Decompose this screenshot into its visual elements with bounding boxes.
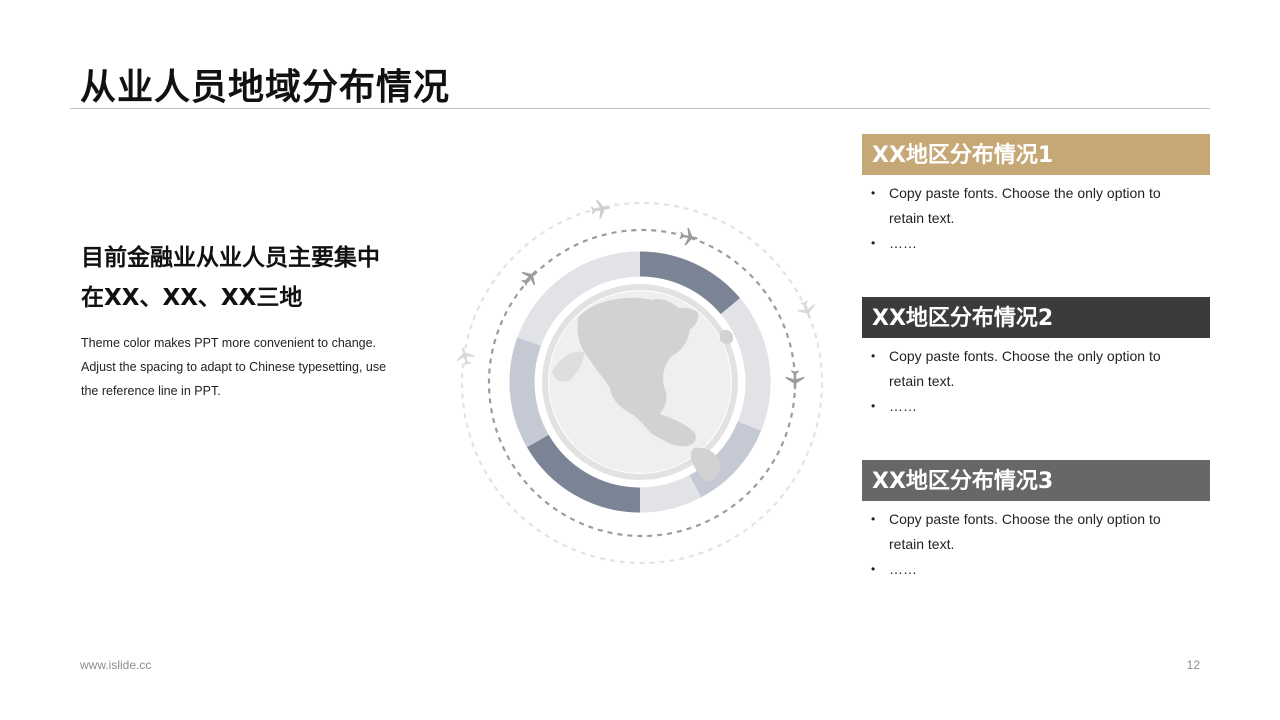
- slide: 从业人员地域分布情况 目前金融业从业人员主要集中 在XX、XX、XX三地 The…: [0, 0, 1280, 720]
- list-item: retain text.: [862, 369, 1210, 394]
- airplane-icon: [589, 198, 612, 220]
- subtitle-line-2: 在XX、XX、XX三地: [81, 285, 303, 311]
- list-item: retain text.: [862, 206, 1210, 231]
- airplane-icon: [455, 345, 476, 368]
- description-line-2: Adjust the spacing to adapt to Chinese t…: [81, 360, 387, 374]
- page-number: 12: [1186, 658, 1200, 672]
- bullet-text: retain text.: [889, 373, 955, 389]
- bullet-text: ……: [889, 398, 917, 414]
- ring-segment: [509, 337, 549, 448]
- panel-heading: XX地区分布情况3: [862, 460, 1210, 501]
- panel-heading: XX地区分布情况2: [862, 297, 1210, 338]
- description-line-1: Theme color makes PPT more convenient to…: [81, 336, 377, 350]
- section-subtitle: 目前金融业从业人员主要集中 在XX、XX、XX三地: [81, 238, 451, 318]
- bullet-icon: •: [871, 512, 876, 526]
- bullet-text: Copy paste fonts. Choose the only option…: [889, 348, 1161, 364]
- ring-segment: [639, 474, 702, 513]
- list-item: • ……: [862, 394, 1210, 419]
- region-panel-3: XX地区分布情况3 • Copy paste fonts. Choose the …: [862, 460, 1210, 582]
- bullet-text: ……: [889, 235, 917, 251]
- bullet-text: Copy paste fonts. Choose the only option…: [889, 185, 1161, 201]
- airplane-icon: [785, 370, 805, 390]
- list-item: • Copy paste fonts. Choose the only optio…: [862, 344, 1210, 369]
- list-item: • Copy paste fonts. Choose the only optio…: [862, 181, 1210, 206]
- bullet-icon: •: [871, 562, 876, 576]
- description-text: Theme color makes PPT more convenient to…: [81, 331, 441, 403]
- bullet-list: • Copy paste fonts. Choose the only optio…: [862, 344, 1210, 419]
- list-item: retain text.: [862, 532, 1210, 557]
- airplane-icon: [517, 264, 543, 290]
- airplane-icon: [795, 298, 819, 322]
- panel-heading: XX地区分布情况1: [862, 134, 1210, 175]
- bullet-icon: •: [871, 399, 876, 413]
- bullet-icon: •: [871, 349, 876, 363]
- footer-website: www.islide.cc: [80, 658, 152, 672]
- list-item: • Copy paste fonts. Choose the only optio…: [862, 507, 1210, 532]
- bullet-text: Copy paste fonts. Choose the only option…: [889, 511, 1161, 527]
- list-item: • ……: [862, 557, 1210, 582]
- subtitle-line-1: 目前金融业从业人员主要集中: [81, 245, 380, 271]
- bullet-list: • Copy paste fonts. Choose the only optio…: [862, 507, 1210, 582]
- bullet-icon: •: [871, 236, 876, 250]
- globe-graphic: [455, 198, 824, 565]
- bullet-icon: •: [871, 186, 876, 200]
- bullet-list: • Copy paste fonts. Choose the only optio…: [862, 181, 1210, 256]
- airplane-icon: [678, 226, 700, 248]
- bullet-text: retain text.: [889, 536, 955, 552]
- list-item: • ……: [862, 231, 1210, 256]
- page-title: 从业人员地域分布情况: [80, 67, 451, 108]
- description-line-3: the reference line in PPT.: [81, 384, 221, 398]
- bullet-text: retain text.: [889, 210, 955, 226]
- region-panel-2: XX地区分布情况2 • Copy paste fonts. Choose the …: [862, 297, 1210, 419]
- bullet-text: ……: [889, 561, 917, 577]
- title-divider: [70, 108, 1210, 109]
- region-panel-1: XX地区分布情况1 • Copy paste fonts. Choose the …: [862, 134, 1210, 256]
